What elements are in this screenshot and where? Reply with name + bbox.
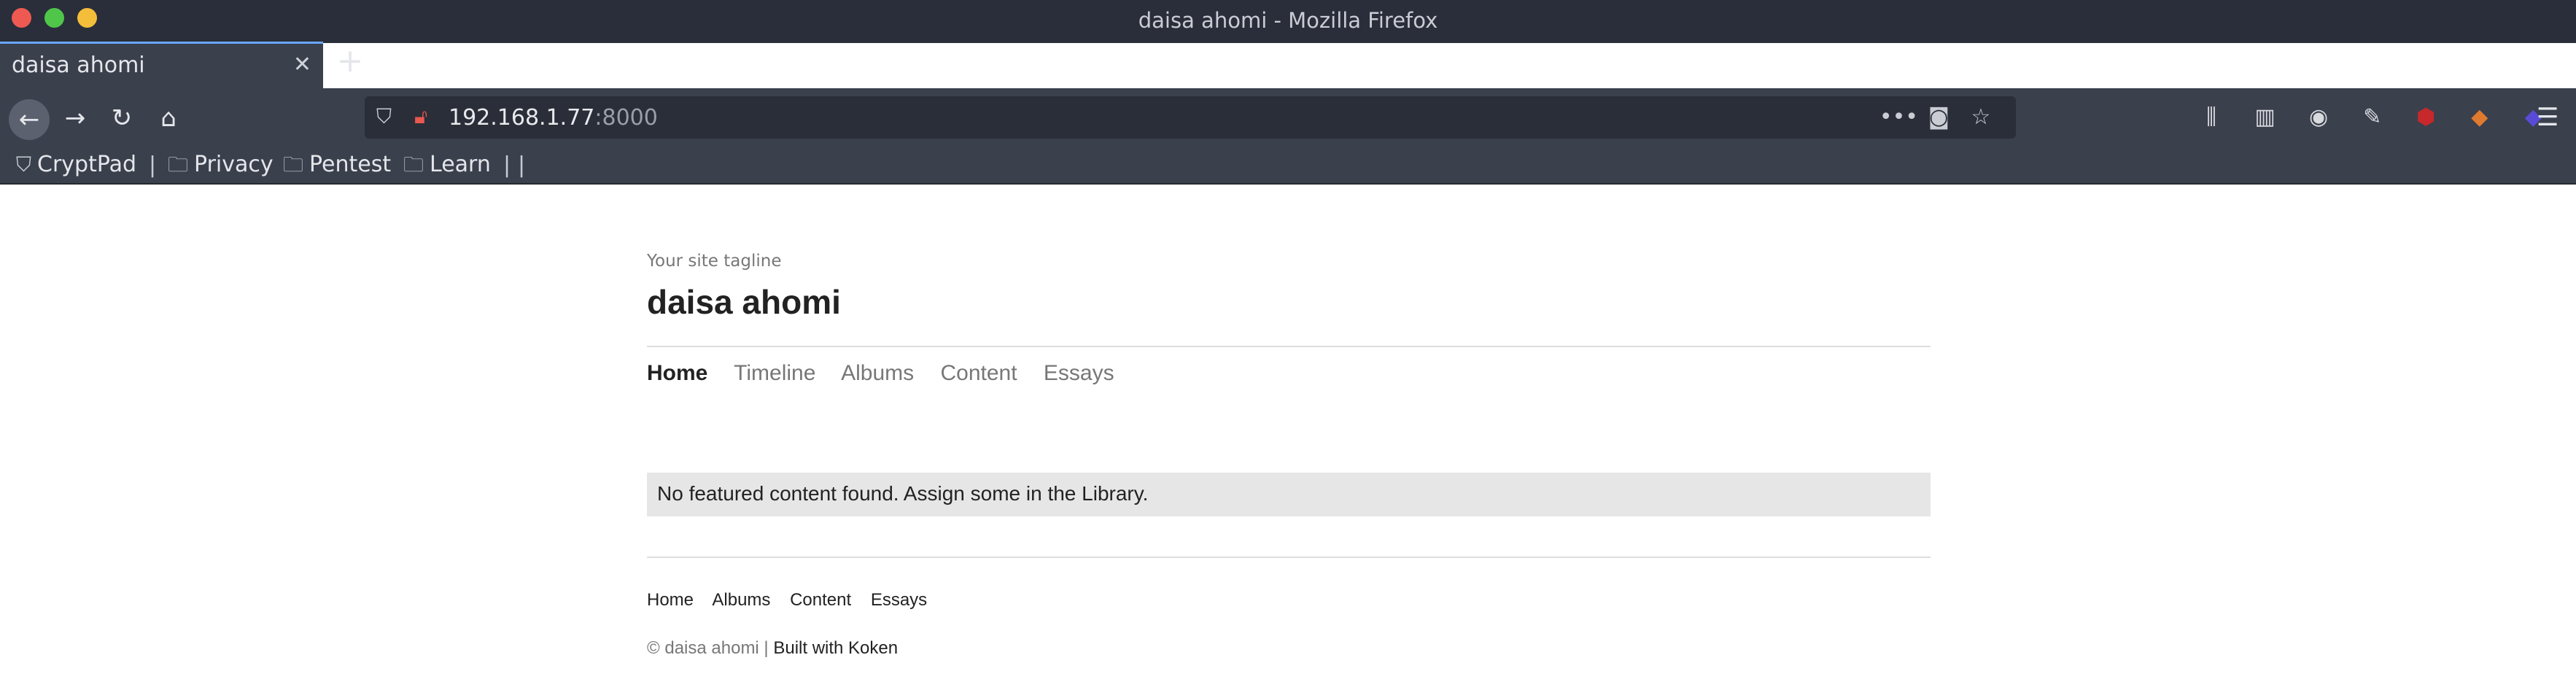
bookmarks-toolbar: ⛉ CryptPad | 🗀︎ Privacy 🗀︎ Pentest 🗀︎ Learn … xyxy=(0,147,2576,185)
folder-icon: 🗀︎ xyxy=(168,152,189,177)
url-text[interactable]: 192.168.1.77:8000 xyxy=(449,105,658,131)
folder-icon: 🗀︎ xyxy=(283,152,304,177)
reload-button[interactable]: ↻ xyxy=(105,101,139,135)
new-tab-button[interactable]: + xyxy=(334,45,366,79)
pocket-icon[interactable]: ◙ xyxy=(1921,102,1956,133)
navigation-toolbar: ← → ↻ ⌂ ⛉ 🔓︎ 192.168.1.77:8000 ••• ◙ ☆ ⫼… xyxy=(0,88,2576,147)
page-content: Your site tagline daisa ahomi Home Timel… xyxy=(0,185,2576,690)
extension-icon[interactable]: ✎ xyxy=(2349,103,2396,132)
nav-home[interactable]: Home xyxy=(647,361,707,385)
forward-button[interactable]: → xyxy=(58,101,92,135)
footer-nav-albums[interactable]: Albums xyxy=(712,590,770,610)
header-divider xyxy=(647,346,1931,347)
footer-divider xyxy=(647,557,1931,558)
library-icon[interactable]: ⫼ xyxy=(2188,103,2235,132)
bookmark-folder-pentest[interactable]: 🗀︎ Pentest xyxy=(283,151,391,179)
window-title: daisa ahomi - Mozilla Firefox xyxy=(1138,8,1438,33)
cryptpad-icon: ⛉ xyxy=(16,152,32,177)
tab-close-icon[interactable]: ✕ xyxy=(293,53,311,77)
nav-essays[interactable]: Essays xyxy=(1044,361,1114,385)
url-bar[interactable]: ⛉ 🔓︎ 192.168.1.77:8000 ••• ◙ ☆ xyxy=(365,96,2016,139)
nav-timeline[interactable]: Timeline xyxy=(734,361,815,385)
site-tagline: Your site tagline xyxy=(647,252,782,271)
footer-nav-content[interactable]: Content xyxy=(790,590,851,610)
home-button[interactable]: ⌂ xyxy=(152,101,185,135)
foxyproxy-icon[interactable]: ◆ xyxy=(2456,103,2503,132)
window-titlebar: daisa ahomi - Mozilla Firefox xyxy=(0,0,2576,43)
footer-nav-essays[interactable]: Essays xyxy=(871,590,927,610)
main-nav: Home Timeline Albums Content Essays xyxy=(647,361,1135,386)
ublock-origin-icon[interactable]: ⬢ xyxy=(2402,103,2449,132)
footer-nav-home[interactable]: Home xyxy=(647,590,694,610)
bookmark-separator: | xyxy=(503,152,511,178)
folder-icon: 🗀︎ xyxy=(403,152,424,177)
footer-credit: © daisa ahomi | Built with Koken xyxy=(647,638,898,659)
insecure-connection-icon[interactable]: 🔓︎ xyxy=(414,104,427,129)
bookmark-cryptpad[interactable]: ⛉ CryptPad xyxy=(16,151,136,179)
bookmark-folder-learn[interactable]: 🗀︎ Learn xyxy=(403,151,491,179)
tracking-shield-icon[interactable]: ⛉ xyxy=(376,104,392,129)
nav-content[interactable]: Content xyxy=(941,361,1017,385)
tab-active[interactable]: daisa ahomi ✕ xyxy=(0,42,323,88)
bookmark-star-icon[interactable]: ☆ xyxy=(1963,102,1998,133)
no-featured-content-notice: No featured content found. Assign some i… xyxy=(647,473,1931,516)
site-title[interactable]: daisa ahomi xyxy=(647,282,841,322)
account-icon[interactable]: ◉ xyxy=(2295,103,2342,132)
bookmark-separator: | xyxy=(518,152,526,178)
bookmark-folder-privacy[interactable]: 🗀︎ Privacy xyxy=(168,151,273,179)
nav-albums[interactable]: Albums xyxy=(841,361,914,385)
footer-nav: Home Albums Content Essays xyxy=(647,590,942,610)
page-actions-icon[interactable]: ••• xyxy=(1879,102,1918,133)
back-button[interactable]: ← xyxy=(9,99,50,140)
sidebar-icon[interactable]: ▥ xyxy=(2242,103,2289,132)
tab-title: daisa ahomi xyxy=(12,53,145,78)
bookmark-separator: | xyxy=(149,152,157,178)
hamburger-menu-icon[interactable]: ☰ xyxy=(2537,101,2558,133)
built-with-koken-link[interactable]: Built with Koken xyxy=(773,638,898,658)
copyright-text: © daisa ahomi | xyxy=(647,638,774,658)
